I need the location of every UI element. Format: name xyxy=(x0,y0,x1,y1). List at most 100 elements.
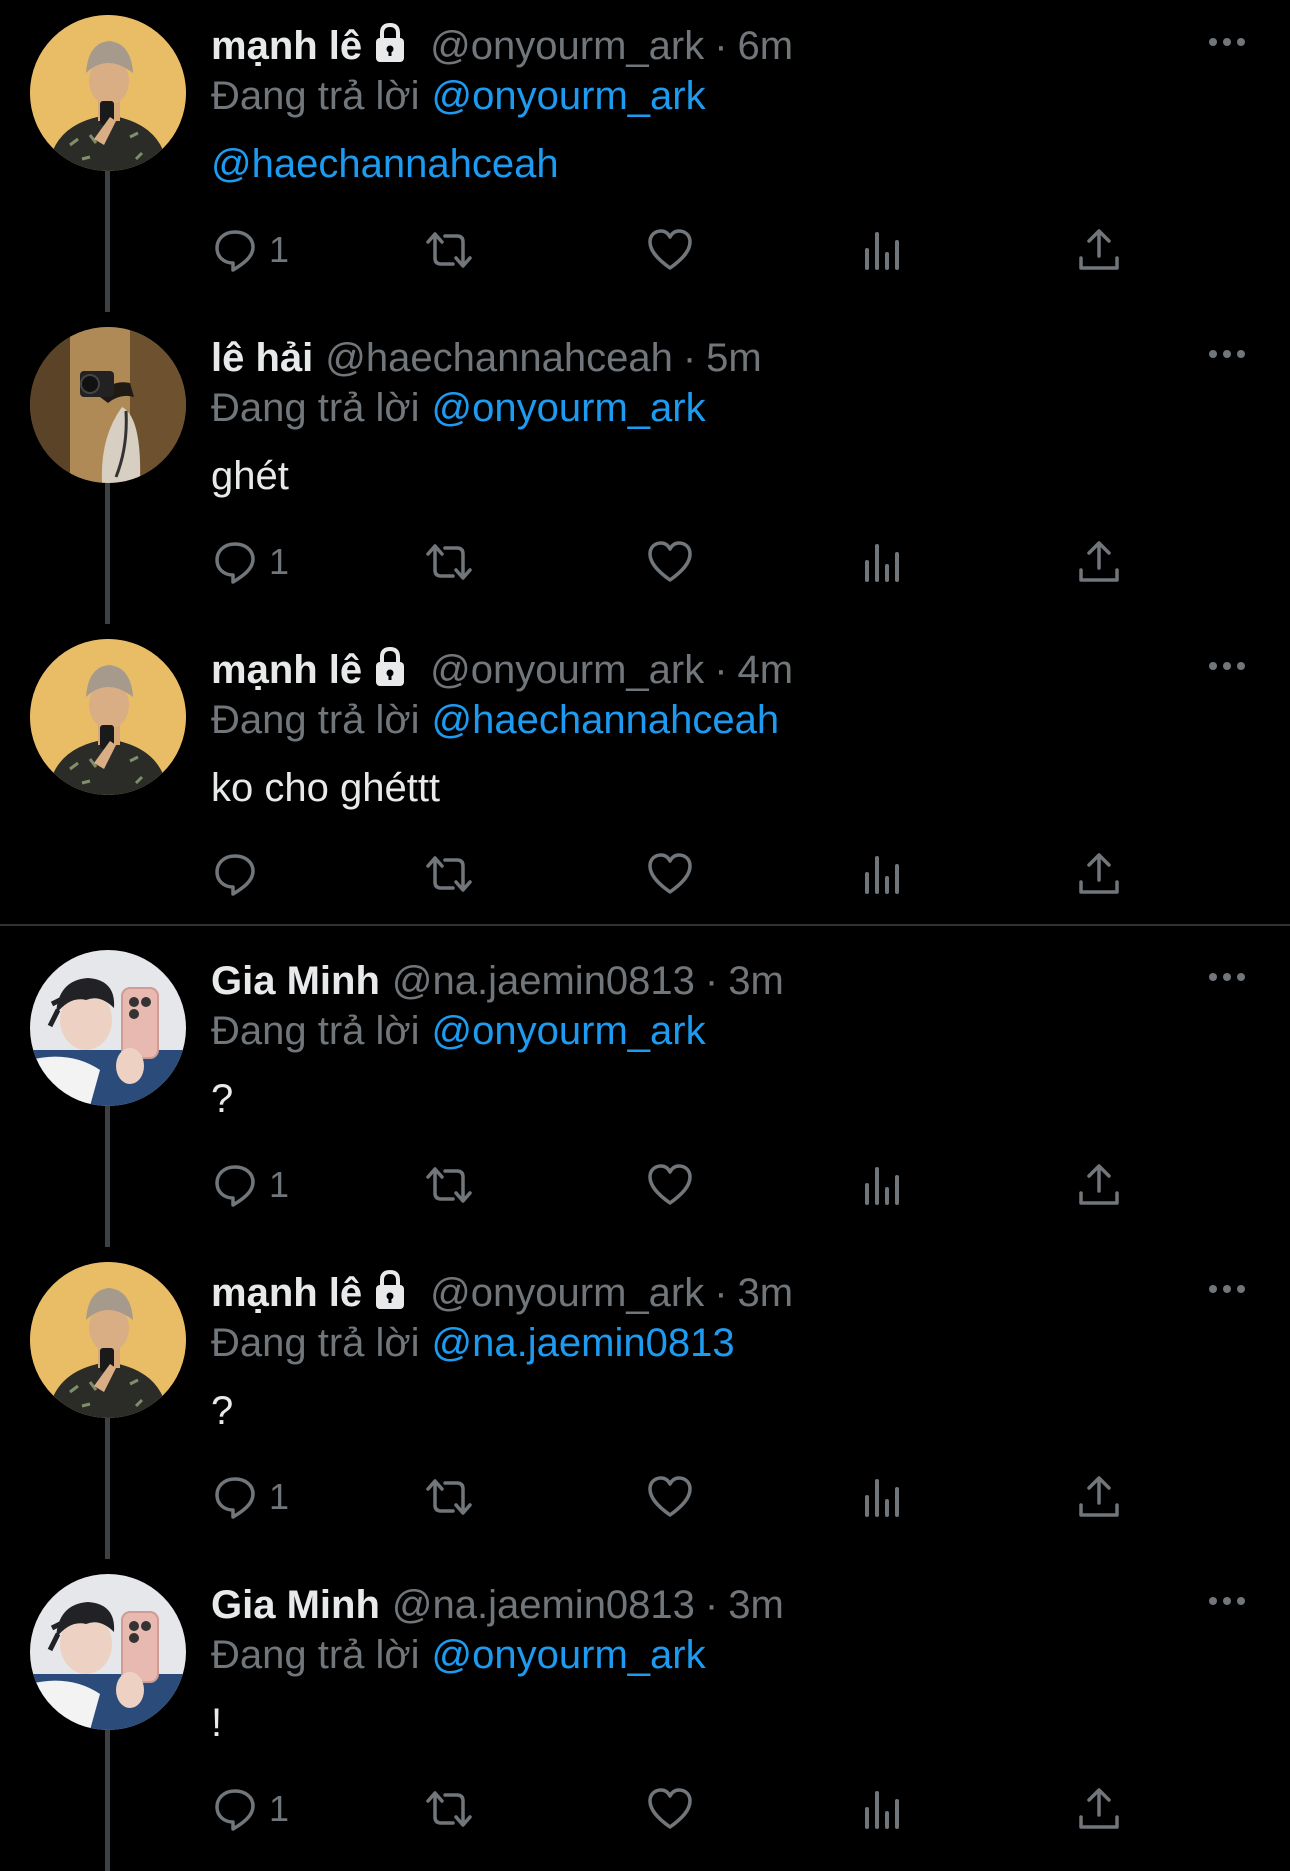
replying-to-label: Đang trả lời xyxy=(211,1321,420,1365)
display-name[interactable]: mạnh lê xyxy=(211,648,362,692)
retweet-button[interactable] xyxy=(423,1781,475,1837)
avatar[interactable] xyxy=(30,1574,186,1730)
replying-to-mention[interactable]: @onyourm_ark xyxy=(432,1633,706,1677)
display-name[interactable]: mạnh lê xyxy=(211,24,362,68)
user-handle[interactable]: @onyourm_ark xyxy=(430,1271,704,1315)
thread-line xyxy=(105,1106,110,1247)
display-name[interactable]: Gia Minh xyxy=(211,959,380,1003)
tweet[interactable]: Gia Minh @na.jaemin0813 · 3m Đang trả lời @o… xyxy=(0,1559,1290,1871)
avatar-photo-gia-minh xyxy=(30,1574,186,1730)
replying-to-mention[interactable]: @na.jaemin0813 xyxy=(432,1321,735,1365)
tweet-text: ? xyxy=(211,1389,234,1433)
separator-dot: · xyxy=(704,959,719,1003)
thread-line xyxy=(105,1730,110,1871)
retweet-icon xyxy=(426,544,472,580)
user-handle[interactable]: @haechannahceah xyxy=(325,336,673,380)
reply-icon xyxy=(215,1165,255,1207)
tweet[interactable]: mạnh lê @onyourm_ark · 6m Đang trả lời @onyo… xyxy=(0,0,1290,312)
user-handle[interactable]: @na.jaemin0813 xyxy=(392,1583,695,1627)
reply-button[interactable]: 1 xyxy=(211,1781,289,1837)
retweet-button[interactable] xyxy=(423,1469,475,1525)
user-handle[interactable]: @onyourm_ark xyxy=(430,24,704,68)
timestamp[interactable]: 4m xyxy=(738,648,794,692)
more-options-icon[interactable] xyxy=(1205,1277,1249,1301)
like-button[interactable] xyxy=(646,846,694,902)
like-icon xyxy=(648,1164,692,1205)
views-button[interactable] xyxy=(861,1781,905,1837)
avatar[interactable] xyxy=(30,15,186,171)
thread-line xyxy=(105,171,110,312)
retweet-button[interactable] xyxy=(423,846,475,902)
replying-to-mention[interactable]: @onyourm_ark xyxy=(432,386,706,430)
share-button[interactable] xyxy=(1077,846,1121,902)
views-button[interactable] xyxy=(861,846,905,902)
like-button[interactable] xyxy=(646,1157,694,1213)
like-button[interactable] xyxy=(646,1781,694,1837)
replying-to: Đang trả lời @onyourm_ark xyxy=(211,1003,706,1059)
user-handle[interactable]: @onyourm_ark xyxy=(430,648,704,692)
timestamp[interactable]: 3m xyxy=(738,1271,794,1315)
separator-dot: · xyxy=(704,1583,719,1627)
reply-button[interactable]: 1 xyxy=(211,1157,289,1213)
thread-line xyxy=(105,483,110,624)
like-button[interactable] xyxy=(646,222,694,278)
more-options-icon[interactable] xyxy=(1205,654,1249,678)
views-icon xyxy=(865,856,899,894)
timestamp[interactable]: 3m xyxy=(728,959,784,1003)
more-options-icon[interactable] xyxy=(1205,965,1249,989)
timestamp[interactable]: 5m xyxy=(706,336,762,380)
timestamp[interactable]: 6m xyxy=(738,24,794,68)
retweet-icon xyxy=(426,1791,472,1827)
avatar-photo-le-hai xyxy=(30,327,186,483)
display-name[interactable]: mạnh lê xyxy=(211,1271,362,1315)
views-button[interactable] xyxy=(861,1157,905,1213)
tweet[interactable]: lê hải @haechannahceah · 5m Đang trả lời @on… xyxy=(0,312,1290,624)
reply-button[interactable]: 1 xyxy=(211,534,289,590)
avatar[interactable] xyxy=(30,1262,186,1418)
separator-dot: · xyxy=(714,1271,728,1315)
share-button[interactable] xyxy=(1077,1781,1121,1837)
display-name[interactable]: lê hải xyxy=(211,336,313,380)
replying-to-mention[interactable]: @onyourm_ark xyxy=(432,74,706,118)
retweet-button[interactable] xyxy=(423,534,475,590)
share-button[interactable] xyxy=(1077,222,1121,278)
replying-to-label: Đang trả lời xyxy=(211,698,420,742)
more-options-icon[interactable] xyxy=(1205,30,1249,54)
action-bar: 1 xyxy=(211,1469,1131,1525)
replying-to-mention[interactable]: @haechannahceah xyxy=(432,698,780,742)
like-button[interactable] xyxy=(646,1469,694,1525)
replying-to-mention[interactable]: @onyourm_ark xyxy=(432,1009,706,1053)
views-icon xyxy=(865,544,899,582)
tweet-text: ko cho ghéttt xyxy=(211,766,441,810)
views-button[interactable] xyxy=(861,534,905,590)
like-button[interactable] xyxy=(646,534,694,590)
lock-icon xyxy=(376,1269,405,1309)
avatar[interactable] xyxy=(30,639,186,795)
avatar[interactable] xyxy=(30,950,186,1106)
share-button[interactable] xyxy=(1077,1157,1121,1213)
retweet-button[interactable] xyxy=(423,1157,475,1213)
reply-button[interactable]: 1 xyxy=(211,222,289,278)
reply-icon xyxy=(215,230,255,272)
share-button[interactable] xyxy=(1077,534,1121,590)
tweet[interactable]: mạnh lê @onyourm_ark · 4m Đang trả lời @haec… xyxy=(0,624,1290,936)
tweet[interactable]: mạnh lê @onyourm_ark · 3m Đang trả lời @na.j… xyxy=(0,1247,1290,1559)
more-options-icon[interactable] xyxy=(1205,1589,1249,1613)
tweet-header: mạnh lê @onyourm_ark · 6m xyxy=(211,18,793,74)
reply-icon xyxy=(215,854,255,896)
display-name[interactable]: Gia Minh xyxy=(211,1583,380,1627)
retweet-button[interactable] xyxy=(423,222,475,278)
views-button[interactable] xyxy=(861,222,905,278)
avatar[interactable] xyxy=(30,327,186,483)
views-button[interactable] xyxy=(861,1469,905,1525)
tweet-text[interactable]: @haechannahceah xyxy=(211,136,559,192)
user-handle[interactable]: @na.jaemin0813 xyxy=(392,959,695,1003)
tweet[interactable]: Gia Minh @na.jaemin0813 · 3m Đang trả lời @o… xyxy=(0,935,1290,1247)
reply-count: 1 xyxy=(269,1788,290,1829)
tweet-thread: mạnh lê @onyourm_ark · 6m Đang trả lời @onyo… xyxy=(0,0,1290,1871)
reply-button[interactable]: 1 xyxy=(211,1469,289,1525)
more-options-icon[interactable] xyxy=(1205,342,1249,366)
share-button[interactable] xyxy=(1077,1469,1121,1525)
reply-button[interactable] xyxy=(211,846,269,902)
timestamp[interactable]: 3m xyxy=(728,1583,784,1627)
